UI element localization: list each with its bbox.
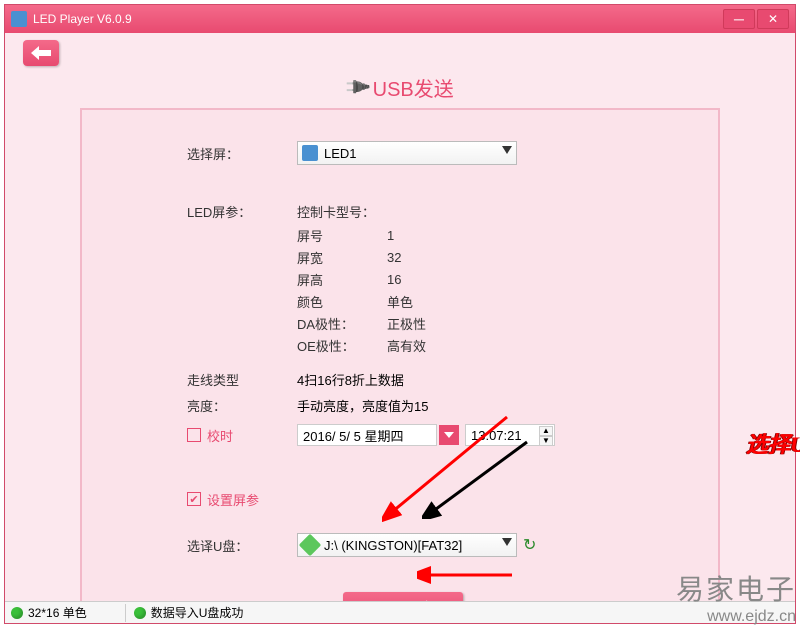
screen-params-label: LED屏参： [187,202,297,221]
time-spinner[interactable]: ▲▼ [539,426,553,444]
screen-h-label: 屏高 [297,270,387,289]
status-dot-icon [11,607,23,619]
window-title: LED Player V6.0.9 [33,12,723,26]
card-model-label: 控制卡型号： [297,202,387,221]
back-button[interactable] [23,40,59,66]
usb-drive-icon [299,534,322,557]
usb-icon: 🔌 [342,72,373,103]
select-usb-label: 选译U盘： [187,536,297,555]
chevron-down-icon [502,538,512,546]
screen-h-value: 16 [387,272,401,287]
chevron-down-icon [502,146,512,154]
usb-select[interactable]: J:\ (KINGSTON)[FAT32] [297,533,517,557]
screen-no-label: 屏号 [297,226,387,245]
screen-no-value: 1 [387,228,394,243]
wiring-value: 4扫16行8折上数据 [297,370,404,389]
page-title: 🔌 USB发送 [5,73,795,102]
refresh-icon[interactable]: ↻ [523,535,536,555]
oe-label: OE极性： [297,336,387,355]
status-bar: 32*16 单色 数据导入U盘成功 [5,601,795,623]
status-right: 数据导入U盘成功 [151,604,244,621]
monitor-icon [302,145,318,161]
close-button[interactable] [757,9,789,29]
screen-w-value: 32 [387,250,401,265]
set-params-checkbox[interactable] [187,492,201,506]
status-left: 32*16 单色 [28,604,87,621]
calib-label: 校时 [207,426,233,445]
app-icon [11,11,27,27]
main-panel: 选择屏： LED1 LED屏参： 控制卡型号： 屏号1 屏宽32 屏高16 颜色… [80,108,720,608]
minimize-button[interactable] [723,9,755,29]
wiring-label: 走线类型 [187,370,297,389]
color-value: 单色 [387,292,413,311]
color-label: 颜色 [297,292,387,311]
brightness-label: 亮度： [187,396,297,415]
annotation-arrow-3 [417,565,517,585]
calib-checkbox[interactable] [187,428,201,442]
annotation-text: 选择U盘页备导出 [746,427,800,459]
screen-select[interactable]: LED1 [297,141,517,165]
annotation-arrow-2 [422,437,532,519]
set-params-label: 设置屏参 [207,490,259,509]
oe-value: 高有效 [387,336,426,355]
da-label: DA极性： [297,314,387,333]
select-screen-label: 选择屏： [187,144,297,163]
screen-w-label: 屏宽 [297,248,387,267]
status-dot-icon [134,607,146,619]
da-value: 正极性 [387,314,426,333]
